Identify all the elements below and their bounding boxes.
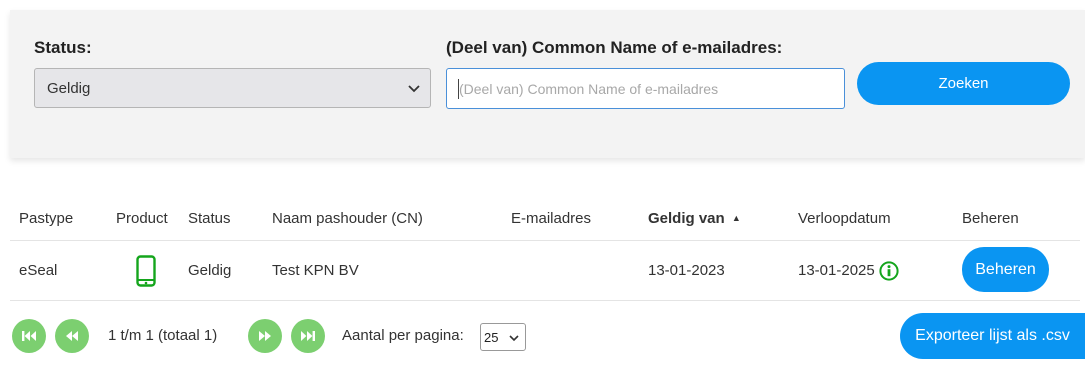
per-page-select[interactable]: 25 xyxy=(480,323,526,351)
common-name-placeholder: (Deel van) Common Name of e-mailadres xyxy=(459,81,719,97)
rewind-icon xyxy=(66,331,78,341)
manage-button[interactable]: Beheren xyxy=(962,247,1049,292)
cell-expiry: 13-01-2025 xyxy=(798,262,875,279)
table-header-divider xyxy=(10,240,1080,241)
skip-to-end-icon xyxy=(301,331,315,341)
cell-valid-from: 13-01-2023 xyxy=(648,262,725,279)
cell-name: Test KPN BV xyxy=(272,262,359,279)
cell-status: Geldig xyxy=(188,262,232,279)
column-header-valid-from[interactable]: Geldig van ▲ xyxy=(648,210,741,227)
column-header-expiry[interactable]: Verloopdatum xyxy=(798,210,891,227)
column-header-pastype[interactable]: Pastype xyxy=(19,210,73,227)
search-button[interactable]: Zoeken xyxy=(857,62,1070,105)
status-select-value: Geldig xyxy=(47,80,91,97)
chevron-down-icon xyxy=(408,85,420,93)
common-name-label: (Deel van) Common Name of e-mailadres: xyxy=(446,38,783,57)
status-select[interactable]: Geldig xyxy=(34,68,431,108)
chevron-down-icon xyxy=(509,335,519,342)
first-page-button[interactable] xyxy=(12,319,46,353)
common-name-input[interactable]: (Deel van) Common Name of e-mailadres xyxy=(446,68,845,109)
column-header-status[interactable]: Status xyxy=(188,210,231,227)
column-header-email[interactable]: E-mailadres xyxy=(511,210,591,227)
pagination-range: 1 t/m 1 (totaal 1) xyxy=(108,327,218,344)
table-row-divider xyxy=(10,300,1080,301)
fast-forward-icon xyxy=(259,331,271,341)
info-icon[interactable] xyxy=(879,261,899,281)
column-header-valid-from-label: Geldig van xyxy=(648,210,725,227)
per-page-value: 25 xyxy=(484,330,499,345)
last-page-button[interactable] xyxy=(291,319,325,353)
previous-page-button[interactable] xyxy=(55,319,89,353)
column-header-name[interactable]: Naam pashouder (CN) xyxy=(272,210,423,227)
export-csv-button[interactable]: Exporteer lijst als .csv xyxy=(900,313,1085,359)
mobile-phone-icon xyxy=(136,255,156,287)
column-header-manage: Beheren xyxy=(962,210,1019,227)
next-page-button[interactable] xyxy=(248,319,282,353)
sort-ascending-icon: ▲ xyxy=(731,213,741,223)
filter-panel: Status: (Deel van) Common Name of e-mail… xyxy=(10,10,1085,158)
status-label: Status: xyxy=(34,38,92,57)
cell-pastype: eSeal xyxy=(19,262,58,279)
per-page-label: Aantal per pagina: xyxy=(342,327,464,344)
skip-to-start-icon xyxy=(22,331,36,341)
column-header-product[interactable]: Product xyxy=(116,210,168,227)
